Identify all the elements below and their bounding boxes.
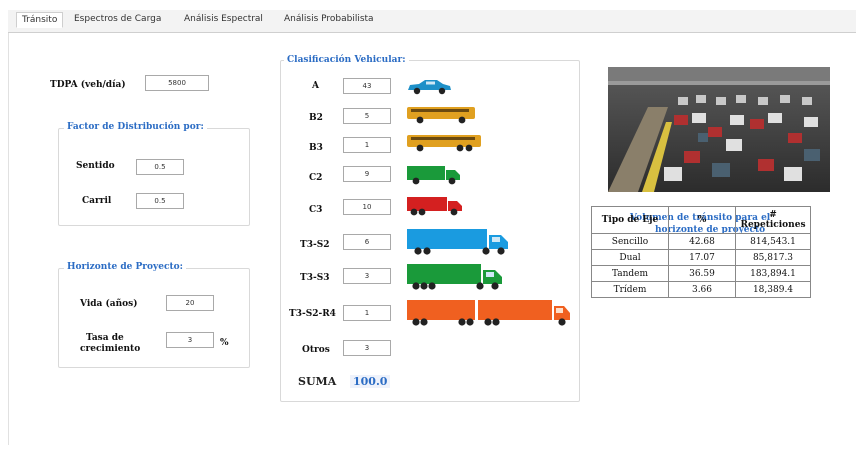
vehicle-label-t3-s2-r4: T3-S2-R4: [289, 309, 336, 319]
table-cell: 42.68: [668, 233, 736, 250]
vehicle-label-c3: C3: [309, 205, 323, 215]
truck-c2-icon: [407, 166, 460, 185]
vehicle-label-otros: Otros: [302, 345, 330, 355]
tab-analisis-espectral[interactable]: Análisis Espectral: [184, 14, 263, 24]
suma-value: 100.0: [350, 375, 391, 388]
carril-label: Carril: [82, 196, 112, 206]
tasa-label-line1: Tasa de: [86, 333, 124, 343]
table-header-row: Tipo de Eje % # Repeticiones: [591, 206, 811, 234]
vehicle-input-otros[interactable]: 3: [343, 340, 391, 356]
vehicle-label-t3-s2: T3-S2: [300, 240, 330, 250]
vida-label: Vida (años): [80, 299, 138, 309]
sentido-input[interactable]: 0.5: [136, 159, 184, 175]
sentido-label: Sentido: [76, 161, 115, 171]
table-cell: 814,543.1: [735, 233, 811, 250]
tab-bar: Tránsito Espectros de Carga Análisis Esp…: [8, 10, 856, 33]
table-row: Sencillo 42.68 814,543.1: [591, 233, 811, 250]
car-icon: [408, 80, 451, 95]
table-cell: Tandem: [591, 265, 669, 282]
vehicle-input-t3-s3[interactable]: 3: [343, 268, 391, 284]
tdpa-input[interactable]: 5800: [145, 75, 209, 91]
vehicle-input-t3-s2-r4[interactable]: 1: [343, 305, 391, 321]
factor-distribucion-panel: [58, 128, 250, 226]
table-cell: Sencillo: [591, 233, 669, 250]
factor-distribucion-title: Factor de Distribución por:: [64, 122, 207, 132]
table-cell: 183,894.1: [735, 265, 811, 282]
truck-t3-s2-r4-icon: [407, 300, 570, 326]
truck-c3-icon: [407, 197, 462, 216]
vehicle-label-a: A: [312, 81, 319, 91]
carril-input[interactable]: 0.5: [136, 193, 184, 209]
table-cell: Dual: [591, 249, 669, 266]
tab-transito[interactable]: Tránsito: [16, 12, 64, 28]
vehicle-input-b3[interactable]: 1: [343, 137, 391, 153]
suma-label: SUMA: [298, 375, 337, 388]
table-cell: 36.59: [668, 265, 736, 282]
table-cell: 17.07: [668, 249, 736, 266]
column-header-tipo-eje: Tipo de Eje: [591, 206, 669, 234]
tasa-input[interactable]: 3: [166, 332, 214, 348]
tasa-label-line2: crecimiento: [80, 344, 141, 354]
horizonte-proyecto-title: Horizonte de Proyecto:: [64, 262, 186, 272]
table-row: Dual 17.07 85,817.3: [591, 249, 811, 266]
column-header-repeticiones: # Repeticiones: [735, 206, 811, 234]
tdpa-label: TDPA (veh/día): [50, 80, 126, 90]
truck-t3-s2-icon: [407, 229, 508, 255]
table-cell: Trídem: [591, 281, 669, 298]
vida-input[interactable]: 20: [166, 295, 214, 311]
vehicle-input-c3[interactable]: 10: [343, 199, 391, 215]
bus-b2-icon: [407, 107, 475, 124]
table-row: Trídem 3.66 18,389.4: [591, 281, 811, 298]
vehicle-label-t3-s3: T3-S3: [300, 273, 330, 283]
table-cell: 3.66: [668, 281, 736, 298]
vehicle-input-t3-s2[interactable]: 6: [343, 234, 391, 250]
tab-analisis-probabilista[interactable]: Análisis Probabilista: [284, 14, 374, 24]
tab-espectros-de-carga[interactable]: Espectros de Carga: [74, 14, 161, 24]
traffic-photo: [608, 67, 830, 192]
column-header-percent: %: [668, 206, 736, 234]
clasificacion-vehicular-title: Clasificación Vehicular:: [284, 55, 409, 65]
vehicle-input-b2[interactable]: 5: [343, 108, 391, 124]
vehicle-label-b3: B3: [309, 143, 323, 153]
vehicle-input-c2[interactable]: 9: [343, 166, 391, 182]
truck-t3-s3-icon: [407, 264, 502, 290]
volumen-table: Tipo de Eje % # Repeticiones Sencillo 42…: [591, 206, 811, 298]
vehicle-label-b2: B2: [309, 113, 323, 123]
tasa-unit: %: [220, 338, 229, 348]
vehicle-input-a[interactable]: 43: [343, 78, 391, 94]
table-cell: 18,389.4: [735, 281, 811, 298]
vehicle-label-c2: C2: [309, 173, 323, 183]
table-row: Tandem 36.59 183,894.1: [591, 265, 811, 282]
table-cell: 85,817.3: [735, 249, 811, 266]
bus-b3-icon: [407, 135, 481, 152]
